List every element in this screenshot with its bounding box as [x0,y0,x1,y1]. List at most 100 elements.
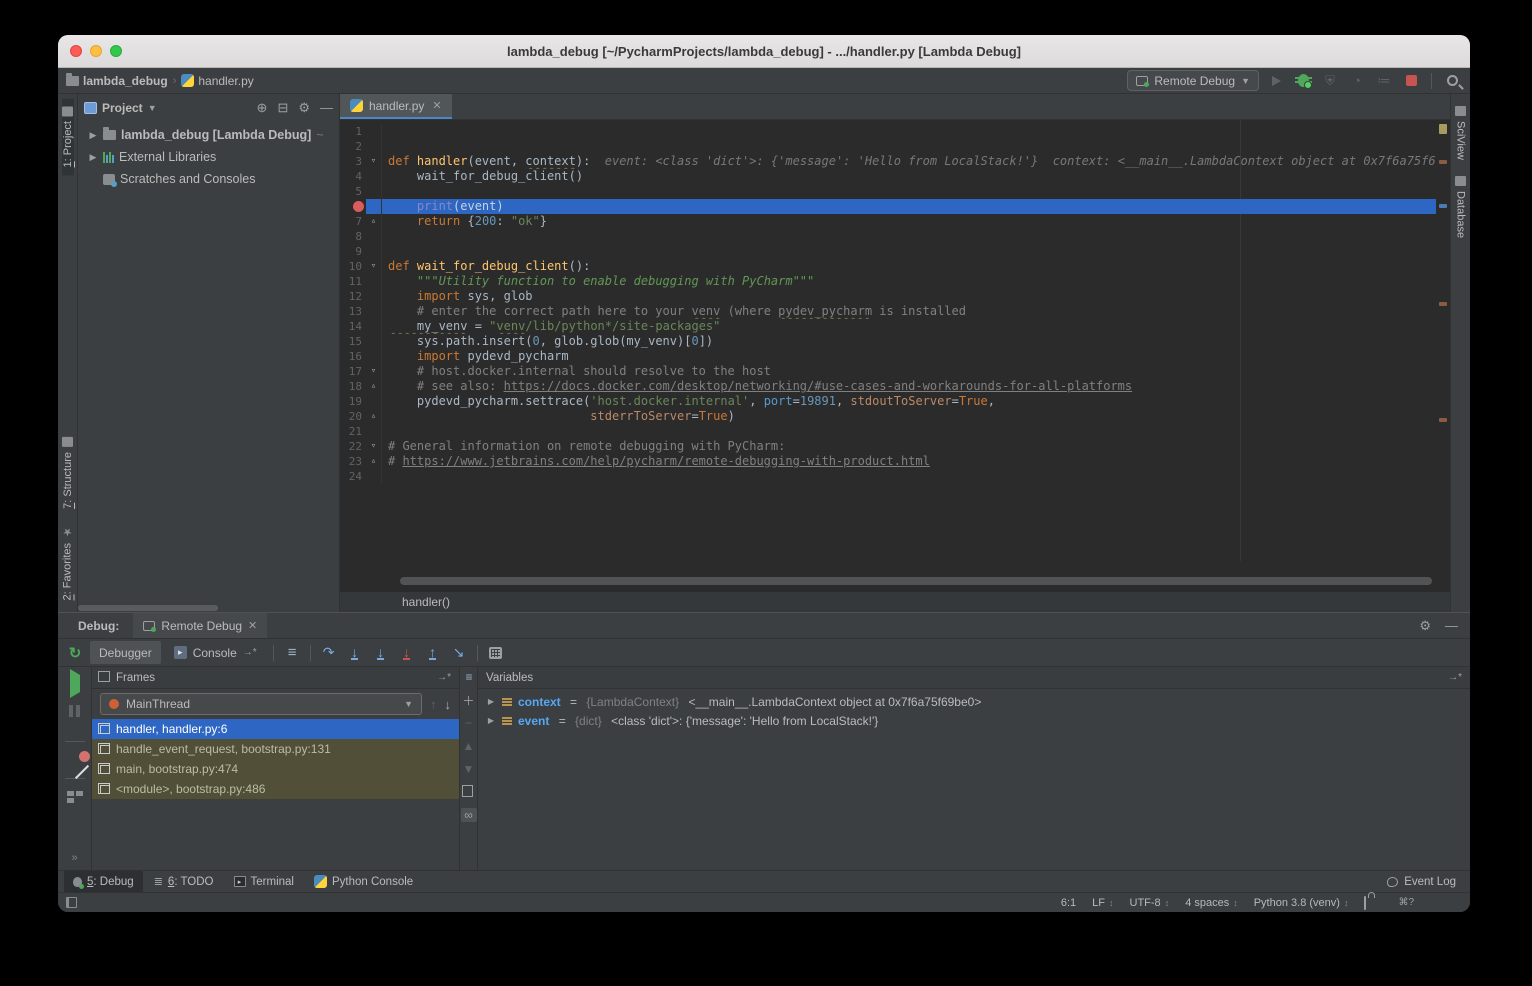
gutter[interactable] [366,244,382,259]
minimize-window-button[interactable] [90,45,102,57]
line-number[interactable]: 13 [340,304,366,319]
code-line[interactable]: 10▿def wait_for_debug_client(): [340,259,1436,274]
remove-watch-button[interactable]: − [461,716,477,730]
show-watches-button[interactable]: ∞ [461,808,477,822]
gutter[interactable]: ▵ [366,454,382,469]
toolwindow-button-terminal[interactable]: ▸Terminal [225,871,303,893]
select-opened-file-button[interactable]: ⊕ [257,100,268,116]
gutter[interactable] [366,469,382,484]
zoom-window-button[interactable] [110,45,122,57]
line-number[interactable]: 20 [340,409,366,424]
evaluate-expression-button[interactable] [485,642,507,664]
line-number[interactable]: 21 [340,424,366,439]
line-number[interactable]: 22 [340,439,366,454]
frame-row[interactable]: handle_event_request, bootstrap.py:131 [92,739,459,759]
project-hscrollbar[interactable] [78,604,339,612]
restore-layout-button[interactable] [67,791,83,803]
line-number[interactable]: 1 [340,124,366,139]
line-number[interactable]: 19 [340,394,366,409]
editor-hscrollbar[interactable] [400,577,1432,585]
line-number[interactable]: 24 [340,469,366,484]
breadcrumb-file[interactable]: handler.py [181,74,253,88]
gutter[interactable] [366,199,382,214]
gutter[interactable]: ▵ [366,379,382,394]
pause-button[interactable] [69,705,80,717]
code-line[interactable]: 22▿# General information on remote debug… [340,439,1436,454]
gutter[interactable]: ▿ [366,439,382,454]
project-settings-button[interactable]: ⚙ [298,100,310,116]
line-number[interactable]: 17 [340,364,366,379]
tree-item[interactable]: ▶External Libraries [78,146,339,168]
step-into-button[interactable]: ↓ [344,642,366,664]
line-number[interactable]: 16 [340,349,366,364]
frame-row[interactable]: main, bootstrap.py:474 [92,759,459,779]
project-view-select[interactable]: Project ▼ [84,101,157,115]
line-number[interactable]: 14 [340,319,366,334]
tab-debugger[interactable]: Debugger [90,641,161,664]
pin-icon[interactable]: →* [1448,672,1462,683]
line-number[interactable]: 23 [340,454,366,469]
line-number[interactable]: 8 [340,229,366,244]
line-number[interactable]: 7 [340,214,366,229]
collapse-all-button[interactable]: ⊟ [277,100,288,116]
code-line[interactable]: 8 [340,229,1436,244]
breakpoint-icon[interactable] [353,201,364,212]
gutter[interactable]: ▿ [366,154,382,169]
line-number[interactable]: 12 [340,289,366,304]
gutter[interactable] [366,184,382,199]
variable-row[interactable]: ▶event = {dict} <class 'dict'>: {'messag… [478,711,1470,730]
expand-arrow-icon[interactable]: ▶ [486,697,496,706]
status-selector-lf[interactable]: LF↕ [1092,897,1113,909]
hide-debug-panel-button[interactable]: — [1445,618,1458,634]
help-icon[interactable]: ⌘? [1398,897,1414,908]
error-stripe[interactable] [1436,120,1450,591]
tool-strip-button-favorites[interactable]: 2: Favorites★ [61,517,74,608]
gutter[interactable] [366,304,382,319]
expand-arrow-icon[interactable]: ▶ [486,716,496,725]
code-line[interactable]: 16 import pydevd_pycharm [340,349,1436,364]
step-out-button[interactable]: ↑ [422,642,444,664]
resume-button[interactable] [70,675,80,693]
close-tab-icon[interactable]: ✕ [432,99,441,112]
gutter[interactable] [366,394,382,409]
code-line[interactable]: 1 [340,124,1436,139]
tool-strip-button-structure[interactable]: 7: Structure [62,429,74,517]
editor-breadcrumb[interactable]: handler() [340,591,1450,612]
toolwindow-button-python-console[interactable]: Python Console [305,871,422,893]
tool-strip-button-sciview[interactable]: SciView [1455,98,1467,168]
profiler-button[interactable]: ◔ [1347,71,1367,91]
code-line[interactable]: 7▵ return {200: "ok"} [340,214,1436,229]
close-session-icon[interactable]: ✕ [248,619,257,632]
code-line[interactable]: 19 pydevd_pycharm.settrace('host.docker.… [340,394,1436,409]
debug-session-tab[interactable]: Remote Debug ✕ [133,613,267,638]
tool-strip-button-project[interactable]: 1: Project [62,98,74,175]
tool-window-toggle-icon[interactable] [66,897,77,908]
status-selector-4-spaces[interactable]: 4 spaces↕ [1185,897,1238,909]
tree-item[interactable]: ▶lambda_debug [Lambda Debug]~ [78,124,339,146]
line-number[interactable]: 9 [340,244,366,259]
step-into-my-code-button[interactable]: ↓ [396,642,418,664]
code-line[interactable]: 18▵ # see also: https://docs.docker.com/… [340,379,1436,394]
pin-icon[interactable]: →* [437,672,451,683]
toolwindow-button-todo[interactable]: ≣6: TODO [145,871,223,893]
duplicate-watch-button[interactable] [461,785,477,799]
code-line[interactable]: 11 """Utility function to enable debuggi… [340,274,1436,289]
gutter[interactable] [366,124,382,139]
previous-frame-button[interactable]: ↑ [430,697,437,712]
gutter[interactable] [366,274,382,289]
rerun-button[interactable]: ↻ [64,642,86,664]
code-line[interactable]: 3▿def handler(event, context): event: <c… [340,154,1436,169]
code-line[interactable]: 24 [340,469,1436,484]
line-number[interactable]: 18 [340,379,366,394]
breadcrumb-project[interactable]: lambda_debug [66,74,168,88]
gutter[interactable] [366,229,382,244]
code-line[interactable]: 2 [340,139,1436,154]
event-log-button[interactable]: Event Log [1387,876,1464,888]
search-everywhere-button[interactable] [1442,71,1462,91]
gutter[interactable]: ▿ [366,364,382,379]
status-selector-utf-8[interactable]: UTF-8↕ [1130,897,1170,909]
line-number[interactable]: 4 [340,169,366,184]
status-selector-python-3-8-venv-[interactable]: Python 3.8 (venv)↕ [1254,897,1349,909]
line-number[interactable]: 5 [340,184,366,199]
gutter[interactable] [366,139,382,154]
